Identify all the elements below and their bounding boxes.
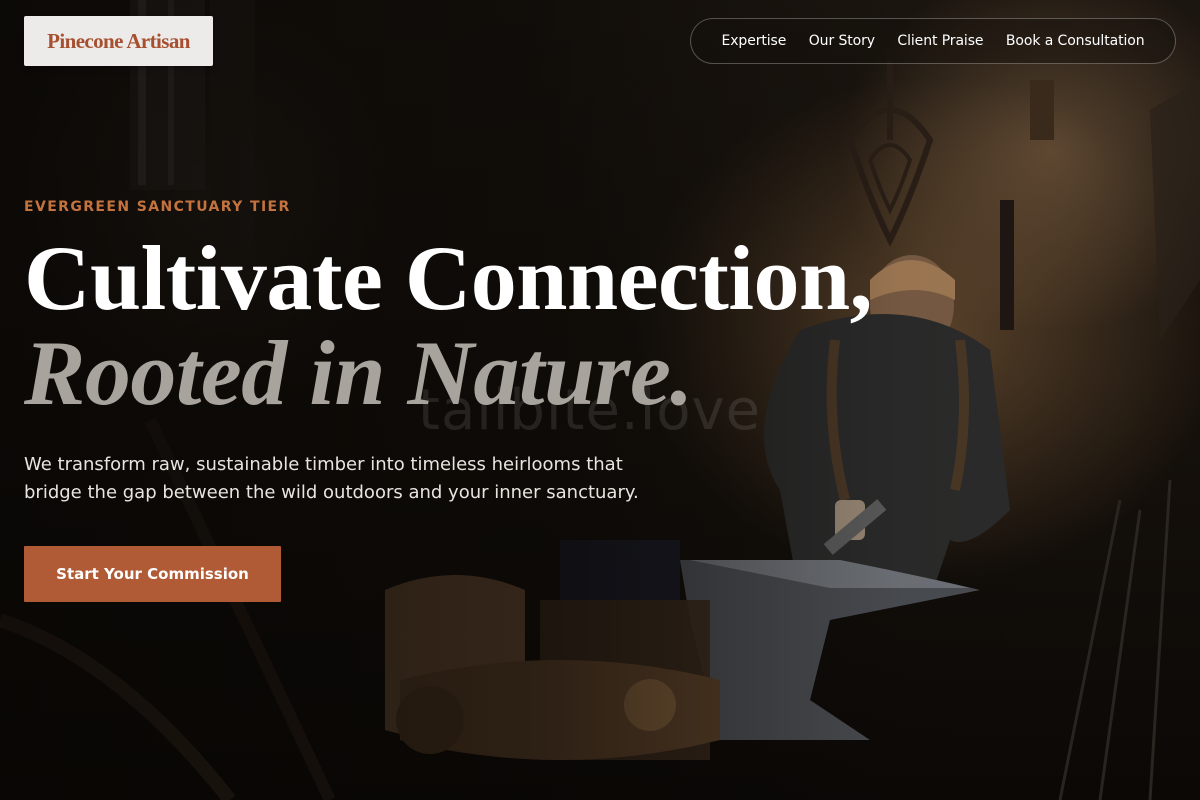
brand-logo[interactable]: Pinecone Artisan [24,16,213,66]
nav-item-book-consultation[interactable]: Book a Consultation [1006,33,1145,49]
hero-headline-line1: Cultivate Connection, [24,227,873,329]
hero-eyebrow: EVERGREEN SANCTUARY TIER [24,199,291,215]
nav-item-expertise[interactable]: Expertise [721,33,786,49]
hero-description: We transform raw, sustainable timber int… [24,454,639,503]
nav-item-our-story[interactable]: Our Story [809,33,875,49]
hero-headline-line2: Rooted in Nature. [24,322,693,424]
nav-item-client-praise[interactable]: Client Praise [897,33,983,49]
start-commission-button[interactable]: Start Your Commission [24,546,281,602]
primary-nav: Expertise Our Story Client Praise Book a… [690,18,1176,64]
